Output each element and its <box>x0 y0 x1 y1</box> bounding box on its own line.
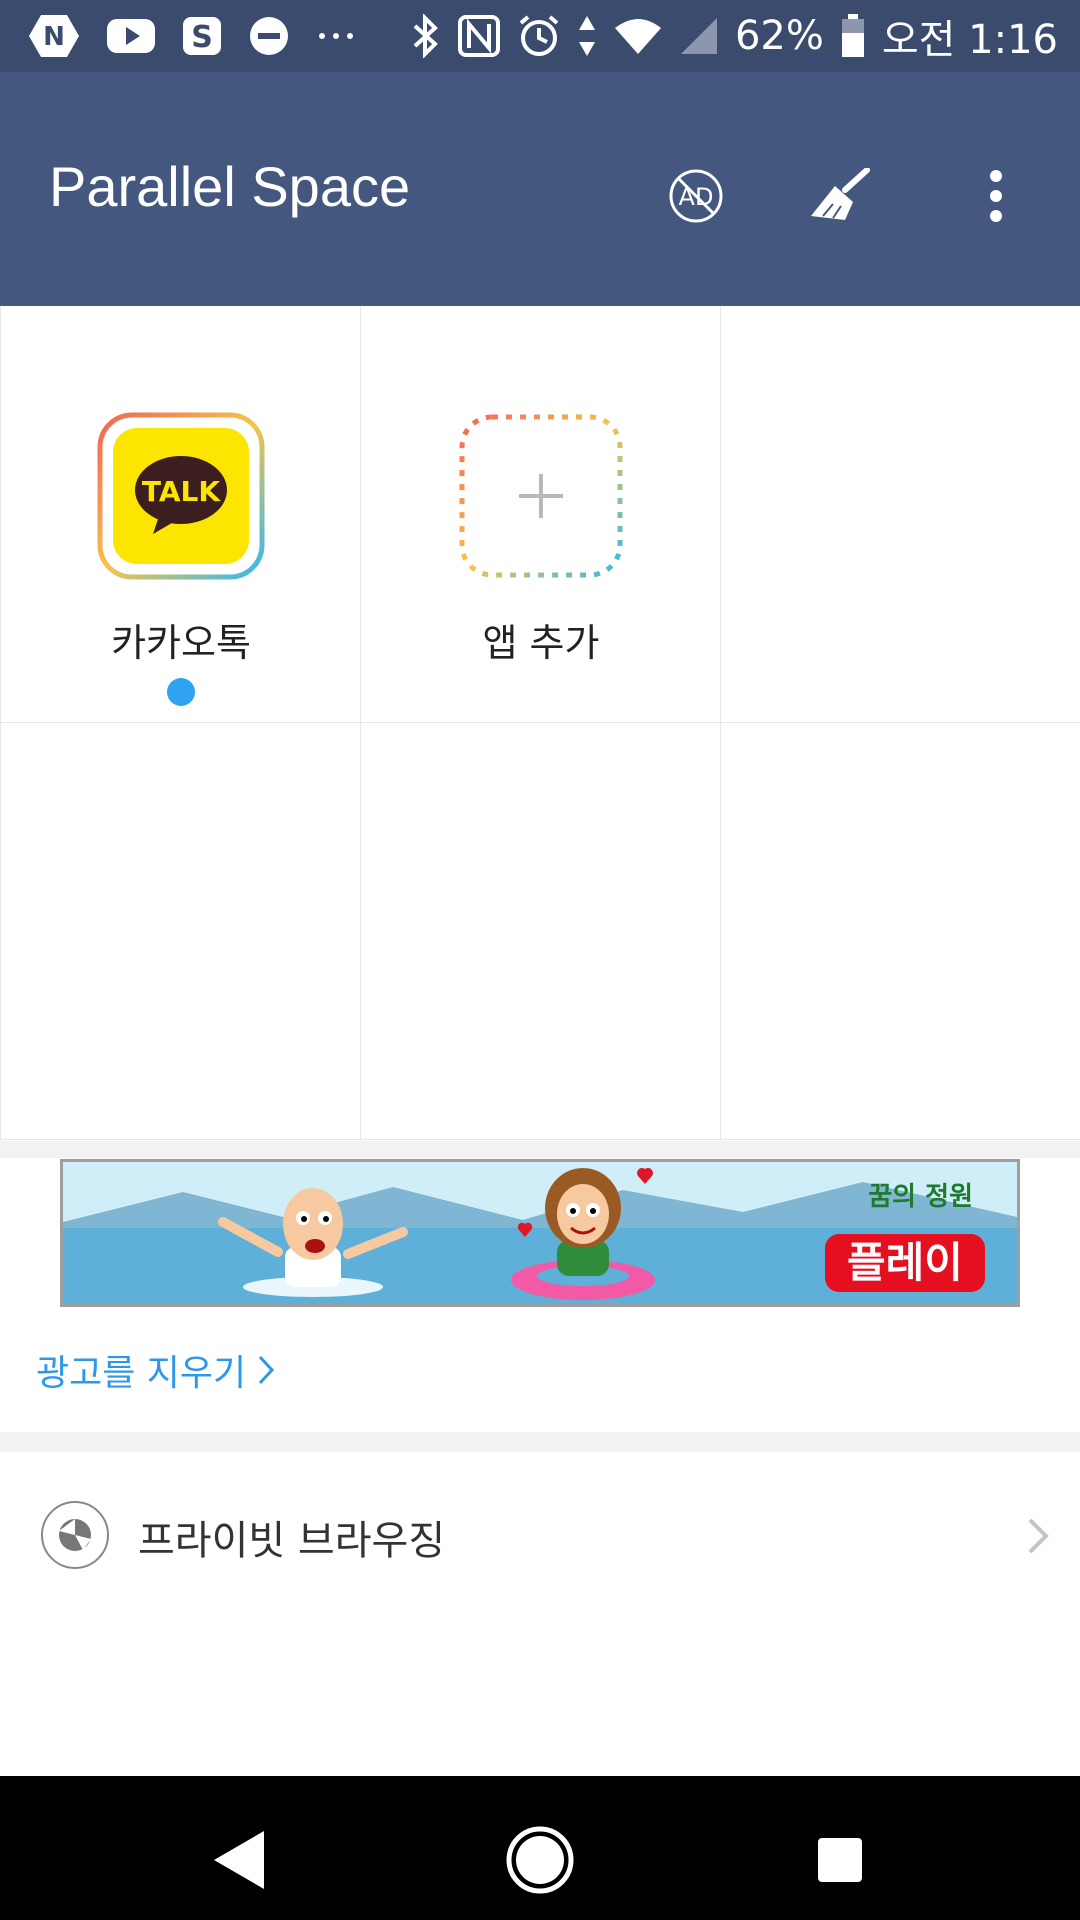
app-label-kakaotalk: 카카오톡 <box>111 621 251 665</box>
home-icon <box>506 1826 574 1894</box>
kakaotalk-icon: TALK <box>97 412 265 580</box>
back-icon <box>214 1831 264 1889</box>
home-button[interactable] <box>492 1812 588 1908</box>
dnd-icon <box>250 17 288 55</box>
wifi-icon <box>614 19 661 54</box>
section-divider <box>0 1432 1080 1452</box>
naver-icon: N <box>29 15 79 57</box>
nfc-icon <box>457 15 500 57</box>
battery-icon <box>841 14 864 57</box>
more-notifications-icon <box>319 33 353 39</box>
overflow-menu-button[interactable] <box>956 156 1036 236</box>
private-browsing-label: 프라이빗 브라우징 <box>138 1518 446 1564</box>
grid-cell-empty <box>361 723 721 1140</box>
app-grid: TALK 카카오톡 앱 추가 <box>0 306 1080 1140</box>
no-ads-button[interactable]: AD <box>656 156 736 236</box>
svg-text:N: N <box>43 22 65 52</box>
system-nav-bar <box>0 1776 1080 1920</box>
ad-banner[interactable]: 꿈의 정원 플레이 <box>60 1159 1020 1307</box>
signal-icon <box>680 18 717 54</box>
no-ads-icon: AD <box>669 169 723 223</box>
private-browsing-row[interactable]: 프라이빗 브라우징 <box>0 1452 1080 1618</box>
app-label-add-app: 앱 추가 <box>482 621 600 665</box>
app-title: Parallel Space <box>49 155 411 218</box>
remove-ads-link[interactable]: 광고를 지우기 <box>36 1344 276 1396</box>
overflow-menu-icon <box>990 170 1002 222</box>
alarm-icon <box>519 15 559 56</box>
grid-cell-add-app[interactable]: 앱 추가 <box>361 306 721 723</box>
clean-button[interactable] <box>800 156 880 236</box>
chevron-right-icon <box>1028 1518 1049 1554</box>
grid-cell-empty <box>721 723 1080 1140</box>
recents-button[interactable] <box>792 1812 888 1908</box>
recents-icon <box>818 1838 862 1882</box>
youtube-icon <box>107 19 155 53</box>
bluetooth-icon <box>413 14 438 58</box>
battery-percent: 62% <box>734 13 824 59</box>
svg-text:S: S <box>191 20 213 55</box>
clean-broom-icon <box>811 168 870 220</box>
chevron-right-icon <box>259 1355 275 1385</box>
remove-ads-label: 광고를 지우기 <box>36 1353 247 1394</box>
grid-cell-empty <box>1 723 361 1140</box>
ad-logo: 꿈의 정원 <box>868 1182 973 1212</box>
private-browser-icon <box>41 1501 109 1569</box>
running-indicator <box>167 678 195 706</box>
section-divider <box>0 1141 1080 1158</box>
ad-play-button[interactable]: 플레이 <box>825 1234 985 1292</box>
s-app-icon: S <box>183 17 221 55</box>
grid-cell-kakaotalk[interactable]: TALK 카카오톡 <box>1 306 361 723</box>
status-bar: N S 62% 오전 1:16 <box>0 0 1080 72</box>
clock: 오전 1:16 <box>881 17 1058 63</box>
add-app-icon <box>459 414 623 578</box>
data-arrows-icon <box>578 16 595 56</box>
kakaotalk-icon-text: TALK <box>142 475 221 508</box>
back-button[interactable] <box>192 1812 288 1908</box>
app-bar: Parallel Space AD <box>0 72 1080 306</box>
grid-cell-empty <box>721 306 1080 723</box>
